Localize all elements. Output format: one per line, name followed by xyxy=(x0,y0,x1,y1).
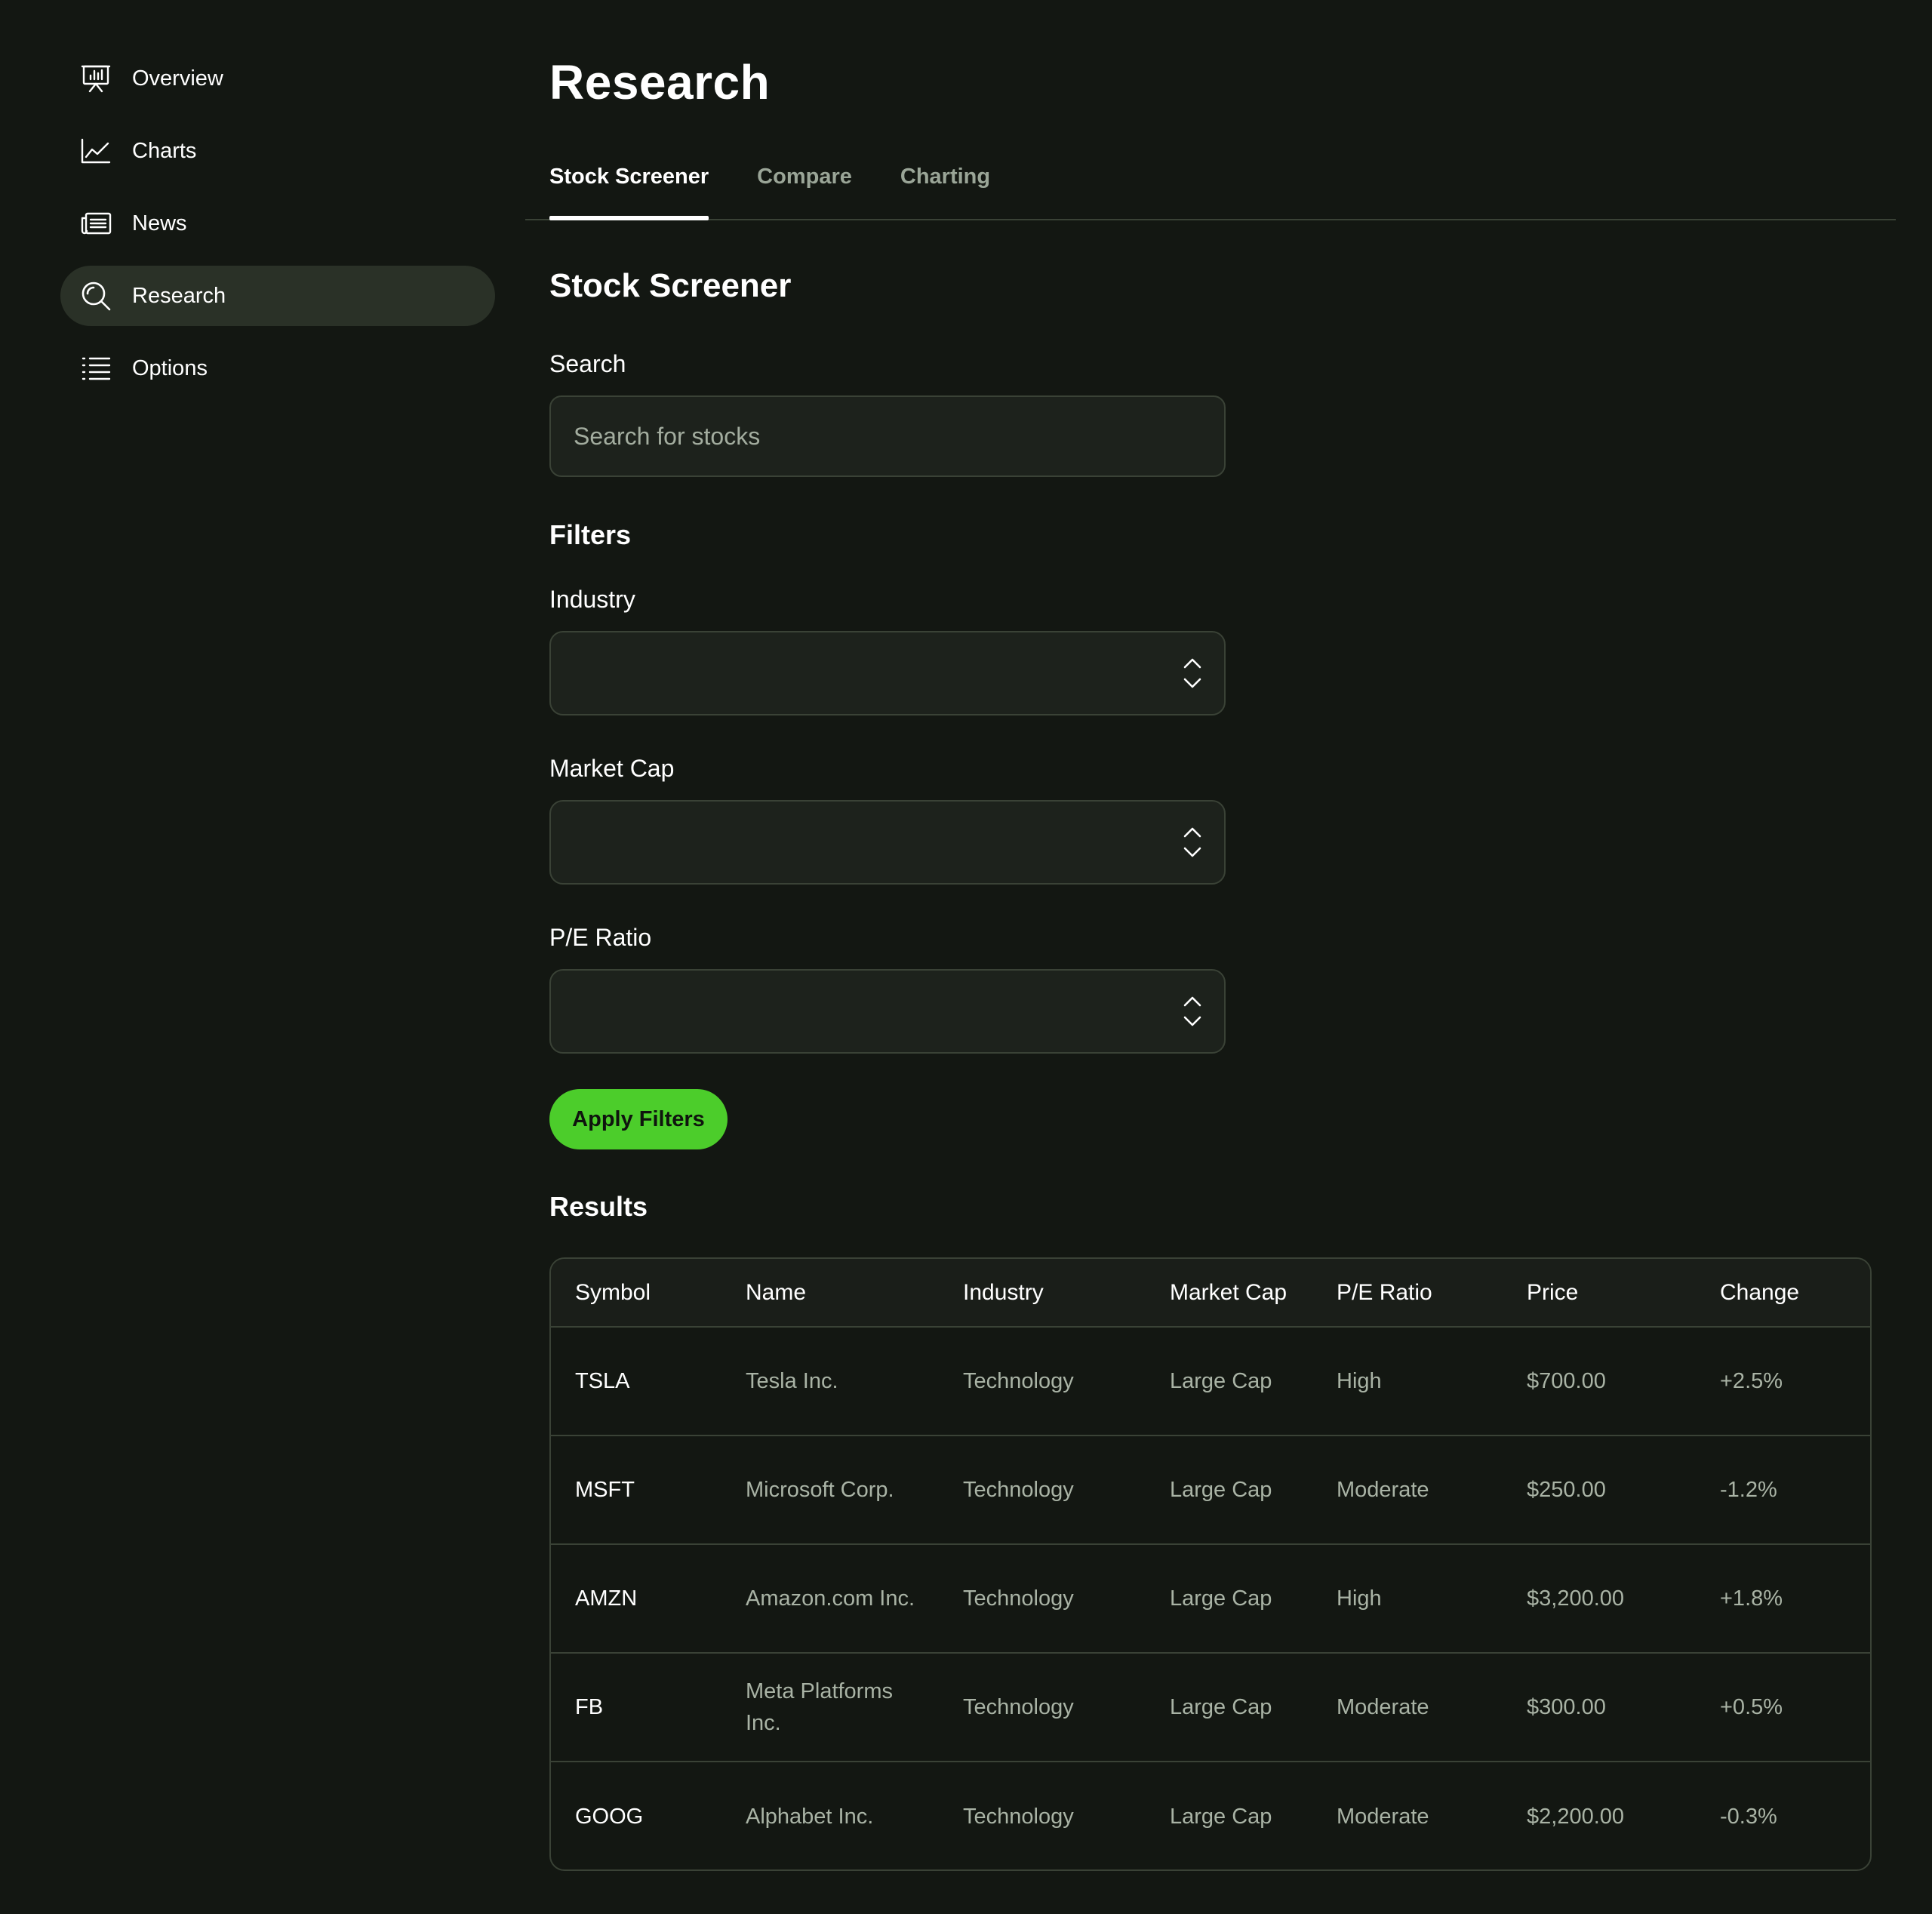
newspaper-icon xyxy=(80,208,112,239)
sidebar-item-overview[interactable]: Overview xyxy=(60,48,495,109)
results-heading: Results xyxy=(549,1191,648,1222)
table-row[interactable]: AMZN Amazon.com Inc. Technology Large Ca… xyxy=(551,1544,1870,1653)
sidebar-item-label: Charts xyxy=(132,138,197,163)
cell-symbol: TSLA xyxy=(575,1369,630,1393)
cell-industry: Technology xyxy=(963,1695,1074,1719)
sidebar-item-label: Options xyxy=(132,355,208,380)
cell-price: $2,200.00 xyxy=(1527,1804,1625,1829)
sidebar-item-options[interactable]: Options xyxy=(60,338,495,398)
cell-market-cap: Large Cap xyxy=(1170,1586,1272,1611)
cell-pe-ratio: Moderate xyxy=(1337,1478,1429,1502)
line-chart-icon xyxy=(80,135,112,167)
cell-symbol: GOOG xyxy=(575,1804,644,1829)
column-header-name[interactable]: Name xyxy=(721,1259,939,1328)
cell-name: Meta Platforms Inc. xyxy=(746,1679,893,1735)
industry-select[interactable] xyxy=(549,631,1226,715)
cell-market-cap: Large Cap xyxy=(1170,1478,1272,1502)
cell-price: $300.00 xyxy=(1527,1695,1606,1719)
column-header-market-cap[interactable]: Market Cap xyxy=(1146,1259,1312,1328)
cell-symbol: FB xyxy=(575,1695,604,1719)
search-label: Search xyxy=(549,350,626,377)
search-icon xyxy=(80,280,112,312)
table-header-row: Symbol Name Industry Market Cap P/E Rati… xyxy=(551,1259,1870,1328)
cell-name: Amazon.com Inc. xyxy=(746,1586,915,1611)
cell-market-cap: Large Cap xyxy=(1170,1369,1272,1393)
cell-pe-ratio: Moderate xyxy=(1337,1804,1429,1829)
column-header-change[interactable]: Change xyxy=(1696,1259,1870,1328)
column-header-pe-ratio[interactable]: P/E Ratio xyxy=(1312,1259,1503,1328)
chevron-up-down-icon xyxy=(1183,658,1201,688)
column-header-industry[interactable]: Industry xyxy=(939,1259,1146,1328)
tab-stock-screener[interactable]: Stock Screener xyxy=(549,158,709,220)
list-icon xyxy=(80,352,112,384)
market-cap-select[interactable] xyxy=(549,800,1226,885)
cell-change: -0.3% xyxy=(1720,1804,1777,1829)
cell-name: Microsoft Corp. xyxy=(746,1478,894,1502)
presentation-chart-icon xyxy=(80,63,112,94)
section-title: Stock Screener xyxy=(549,267,792,304)
cell-market-cap: Large Cap xyxy=(1170,1804,1272,1829)
cell-market-cap: Large Cap xyxy=(1170,1695,1272,1719)
apply-filters-button[interactable]: Apply Filters xyxy=(549,1089,728,1149)
sidebar-item-charts[interactable]: Charts xyxy=(60,121,495,181)
cell-name: Alphabet Inc. xyxy=(746,1804,874,1829)
cell-price: $250.00 xyxy=(1527,1478,1606,1502)
cell-industry: Technology xyxy=(963,1369,1074,1393)
table-row[interactable]: GOOG Alphabet Inc. Technology Large Cap … xyxy=(551,1762,1870,1869)
cell-change: -1.2% xyxy=(1720,1478,1777,1502)
cell-industry: Technology xyxy=(963,1586,1074,1611)
cell-symbol: MSFT xyxy=(575,1478,635,1502)
cell-pe-ratio: High xyxy=(1337,1586,1382,1611)
cell-pe-ratio: Moderate xyxy=(1337,1695,1429,1719)
cell-price: $700.00 xyxy=(1527,1369,1606,1393)
cell-industry: Technology xyxy=(963,1478,1074,1502)
chevron-up-down-icon xyxy=(1183,996,1201,1026)
filters-heading: Filters xyxy=(549,519,632,550)
cell-change: +0.5% xyxy=(1720,1695,1783,1719)
tab-compare[interactable]: Compare xyxy=(757,158,852,219)
tab-bar: Stock Screener Compare Charting xyxy=(525,158,1896,220)
sidebar-item-label: Overview xyxy=(132,66,223,91)
pe-ratio-label: P/E Ratio xyxy=(549,924,652,951)
results-table: Symbol Name Industry Market Cap P/E Rati… xyxy=(549,1257,1872,1871)
page-title: Research xyxy=(549,55,771,109)
table-row[interactable]: MSFT Microsoft Corp. Technology Large Ca… xyxy=(551,1436,1870,1544)
sidebar-item-news[interactable]: News xyxy=(60,193,495,254)
industry-label: Industry xyxy=(549,586,635,613)
sidebar-item-label: Research xyxy=(132,283,226,308)
pe-ratio-select[interactable] xyxy=(549,969,1226,1054)
chevron-up-down-icon xyxy=(1183,827,1201,857)
cell-industry: Technology xyxy=(963,1804,1074,1829)
cell-price: $3,200.00 xyxy=(1527,1586,1625,1611)
cell-pe-ratio: High xyxy=(1337,1369,1382,1393)
sidebar-item-research[interactable]: Research xyxy=(60,266,495,326)
column-header-price[interactable]: Price xyxy=(1503,1259,1696,1328)
cell-change: +1.8% xyxy=(1720,1586,1783,1611)
market-cap-label: Market Cap xyxy=(549,755,675,782)
column-header-symbol[interactable]: Symbol xyxy=(551,1259,721,1328)
sidebar-item-label: News xyxy=(132,211,187,235)
cell-change: +2.5% xyxy=(1720,1369,1783,1393)
table-row[interactable]: FB Meta Platforms Inc. Technology Large … xyxy=(551,1653,1870,1762)
tab-charting[interactable]: Charting xyxy=(900,158,990,219)
sidebar: Overview Charts News Research Options xyxy=(60,48,495,411)
cell-symbol: AMZN xyxy=(575,1586,638,1611)
table-row[interactable]: TSLA Tesla Inc. Technology Large Cap Hig… xyxy=(551,1327,1870,1436)
search-input[interactable] xyxy=(549,395,1226,477)
cell-name: Tesla Inc. xyxy=(746,1369,838,1393)
